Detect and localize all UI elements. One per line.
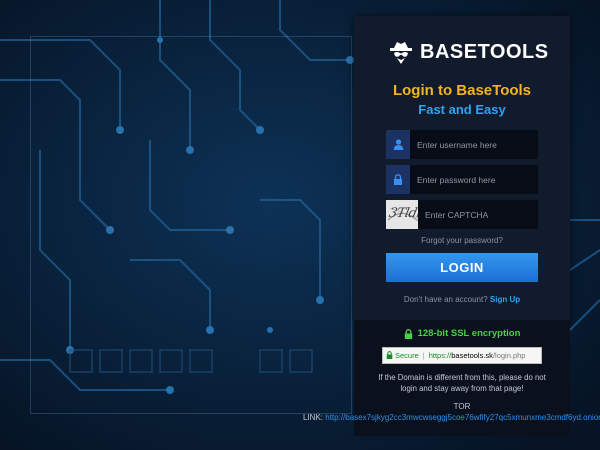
url-bar-example: Secure | https:// basetools.sk /login.ph… [382, 347, 542, 364]
login-title: Login to BaseTools [392, 82, 532, 99]
url-path: /login.php [492, 351, 526, 360]
domain-warning: If the Domain is different from this, pl… [378, 373, 546, 393]
password-field [386, 164, 538, 195]
lock-icon [404, 328, 412, 339]
url-scheme: https:// [428, 351, 452, 360]
url-host: basetools.sk [451, 351, 493, 360]
username-input[interactable] [410, 129, 538, 160]
username-field [386, 129, 538, 160]
ssl-text: 128-bit SSL encryption [417, 328, 521, 339]
tor-link[interactable]: http://basex7sjkyg2cc3mwcwseggj5coe76wfi… [325, 413, 600, 422]
forgot-password-link[interactable]: Forgot your password? [354, 236, 570, 245]
no-account-text: Don't have an account? [403, 295, 488, 304]
signup-prompt: Don't have an account? Sign Up [354, 295, 570, 304]
lock-icon [386, 165, 410, 194]
url-separator: | [422, 351, 425, 360]
captcha-field: 3Tldme [386, 199, 538, 230]
login-button[interactable]: LOGIN [386, 253, 538, 282]
captcha-image: 3Tldme [386, 200, 418, 229]
tor-link-line: LINK: http://basex7sjkyg2cc3mwcwseggj5co… [303, 413, 600, 422]
captcha-input[interactable] [418, 199, 538, 230]
background-frame [30, 36, 352, 414]
signup-link[interactable]: Sign Up [490, 295, 520, 304]
login-subtitle: Fast and Easy [418, 102, 506, 117]
brand-logo: BASETOOLS [388, 36, 549, 68]
brand-name: BASETOOLS [420, 40, 549, 63]
tor-link-prefix: LINK: [303, 413, 324, 422]
user-icon [386, 130, 410, 159]
secure-label: Secure [395, 351, 419, 360]
tor-label: TOR [453, 402, 471, 411]
ssl-badge: 128-bit SSL encryption [354, 328, 570, 339]
captcha-text: 3Tldme [387, 206, 418, 221]
password-input[interactable] [410, 164, 538, 195]
spy-hat-icon [390, 42, 412, 64]
secure-lock-icon [386, 350, 395, 361]
